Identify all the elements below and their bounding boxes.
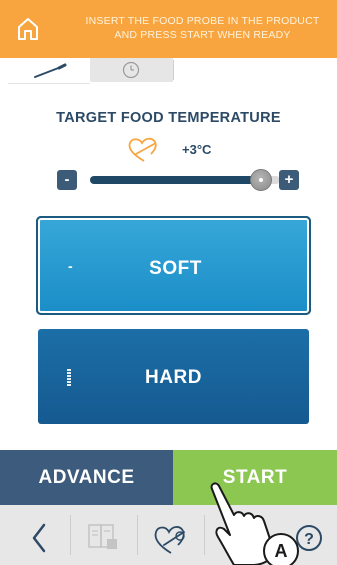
tab-probe[interactable] — [8, 58, 90, 84]
probe-icon — [34, 63, 67, 78]
heart-probe-icon — [128, 137, 157, 162]
home-icon — [18, 18, 38, 40]
target-temperature-value: +3°C — [182, 142, 212, 157]
increase-button[interactable]: + — [279, 170, 299, 190]
back-arrow-icon[interactable] — [0, 505, 70, 565]
tab-divider — [173, 60, 174, 80]
hard-label: HARD — [145, 367, 202, 388]
target-title: TARGET FOOD TEMPERATURE — [56, 110, 281, 126]
recipe-book-icon[interactable] — [71, 505, 137, 565]
instruction-message: INSERT THE FOOD PROBE IN THE PRODUCT AND… — [85, 15, 320, 41]
clock-icon — [122, 61, 140, 79]
hard-preset-button[interactable]: HARD — [38, 329, 309, 424]
decrease-button[interactable]: - — [57, 170, 77, 190]
soft-preset-button[interactable]: - SOFT — [36, 216, 311, 315]
slider-fill — [90, 176, 261, 184]
tab-timer[interactable] — [90, 58, 173, 82]
home-button[interactable] — [10, 10, 46, 48]
heart-probe-icon[interactable] — [138, 505, 204, 565]
slider-handle[interactable] — [250, 169, 272, 191]
advance-button[interactable]: ADVANCE — [0, 450, 173, 505]
annotation-badge: A — [263, 533, 299, 565]
soft-label: SOFT — [149, 258, 202, 279]
